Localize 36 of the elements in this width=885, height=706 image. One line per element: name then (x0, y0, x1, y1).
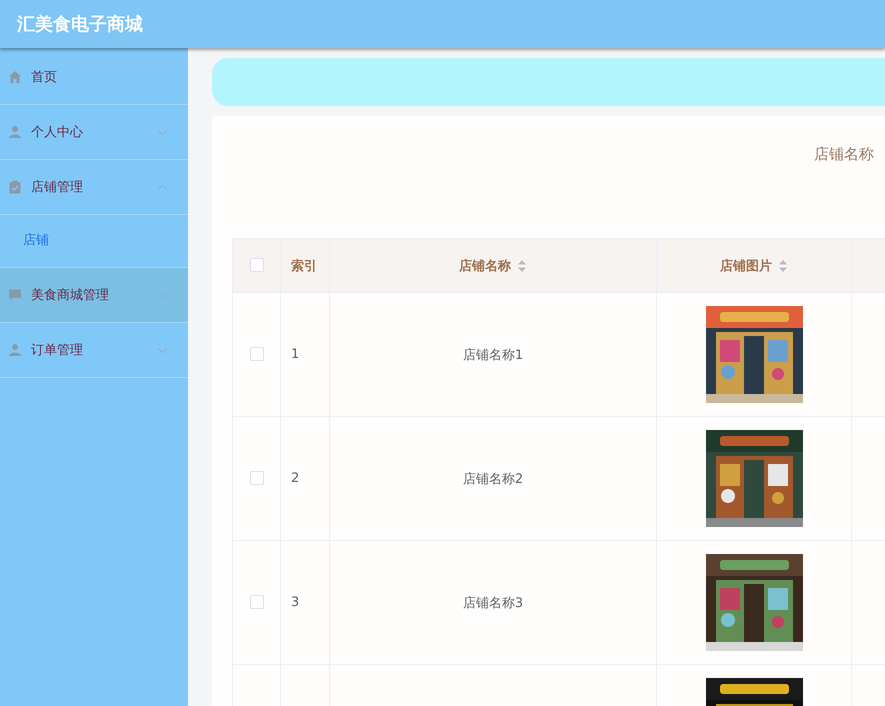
index-cell: 3 (291, 595, 300, 610)
table-cell: 店铺名称3 (462, 596, 524, 610)
chevron-up-icon (157, 184, 168, 190)
menu-label: 订单管理 (31, 342, 83, 359)
search-label: 店铺名称 (814, 145, 874, 165)
person-icon (8, 125, 22, 139)
select-all-checkbox[interactable] (250, 258, 264, 272)
row-checkbox[interactable] (250, 471, 264, 486)
row-checkbox[interactable] (250, 595, 264, 610)
menu-label: 店铺管理 (31, 179, 83, 196)
menu-label: 美食商城管理 (31, 287, 109, 304)
menu-label: 个人中心 (31, 124, 83, 141)
home-icon (8, 70, 22, 84)
index-cell: 2 (291, 471, 300, 486)
menu-item[interactable]: 首页 (0, 50, 188, 105)
column-header[interactable]: 索引 (291, 256, 317, 274)
column-header[interactable]: 店铺名称 (459, 256, 527, 274)
menu-item[interactable]: 美食商城管理 (0, 268, 188, 323)
table-cell: 店铺名称2 (462, 472, 524, 486)
menu-item[interactable]: 店铺管理 (0, 160, 188, 215)
person-icon (8, 343, 22, 357)
chevron-down-icon (157, 292, 168, 298)
sort-icon (778, 258, 788, 272)
chat-icon (8, 288, 22, 302)
clipboard-icon (8, 180, 22, 194)
row-checkbox[interactable] (250, 347, 264, 362)
table-cell: 店铺名称1 (462, 348, 524, 362)
chevron-down-icon (157, 346, 168, 354)
sort-icon (517, 258, 527, 272)
app-title: 汇美食电子商城 (17, 13, 143, 36)
index-cell: 1 (291, 347, 300, 362)
chevron-down-icon (157, 128, 168, 136)
menu-item[interactable]: 个人中心 (0, 105, 188, 160)
column-header[interactable]: 店铺图片 (720, 256, 788, 274)
menu-item[interactable]: 订单管理 (0, 323, 188, 378)
menu-label: 首页 (31, 69, 57, 86)
